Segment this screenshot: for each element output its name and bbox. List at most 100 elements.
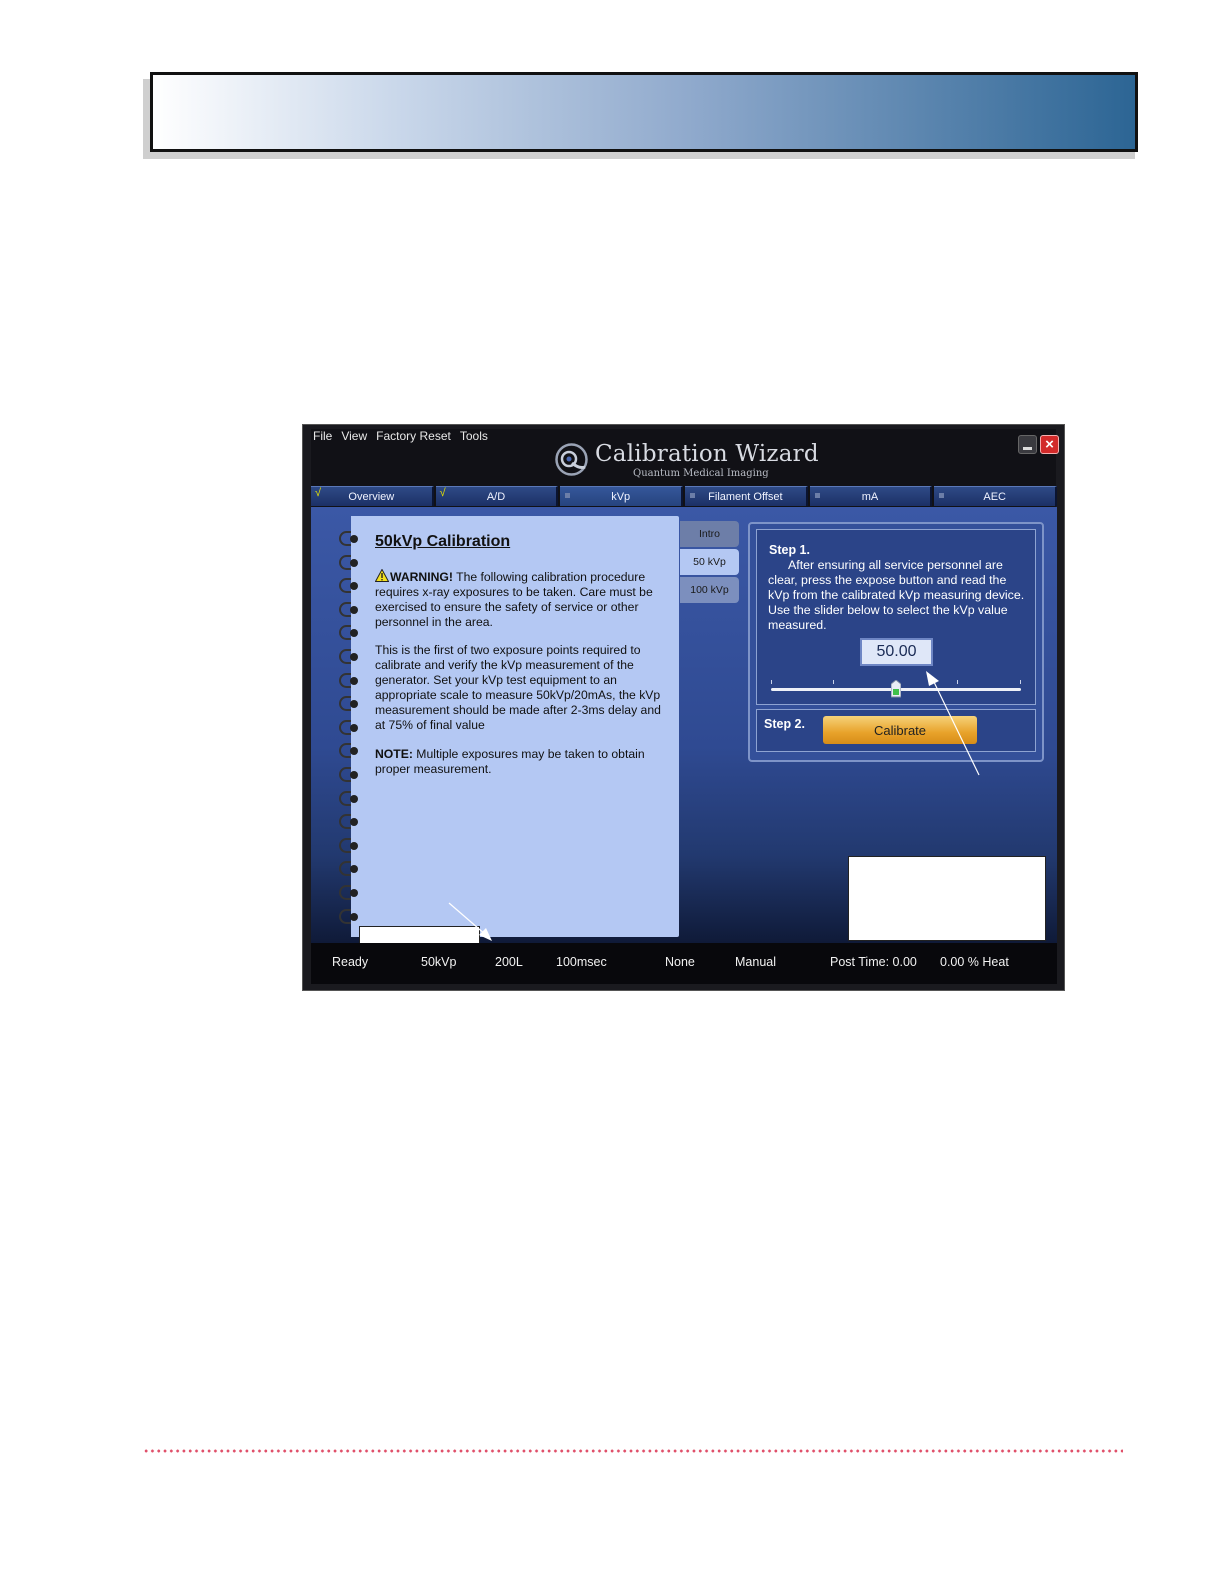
- tab-filament-offset[interactable]: Filament Offset: [685, 486, 808, 506]
- ring-dot: [350, 700, 358, 709]
- ring-dot: [350, 794, 358, 803]
- step2-title: Step 2.: [764, 717, 805, 731]
- notebook-spiral: [339, 516, 359, 937]
- ring-dot: [350, 841, 358, 850]
- notebook-ring: [339, 696, 358, 712]
- tab-ad[interactable]: √ A/D: [435, 486, 559, 506]
- ring-dot: [350, 605, 358, 614]
- warning-paragraph: WARNING! The following calibration proce…: [375, 569, 673, 630]
- note-label: NOTE:: [375, 747, 413, 761]
- slider-tick: [1020, 680, 1021, 684]
- status-bar: Ready 50kVp 200L 100msec None Manual Pos…: [311, 943, 1057, 984]
- step-panel: Step 1. After ensuring all service perso…: [748, 522, 1044, 762]
- notebook-ring: [339, 861, 358, 877]
- warning-label: WARNING!: [390, 570, 453, 584]
- step2-box: Step 2. Calibrate: [756, 709, 1036, 752]
- notebook-ring: [339, 649, 358, 664]
- step1-instructions: After ensuring all service personnel are…: [768, 558, 1030, 633]
- step1-title: Step 1.: [769, 543, 810, 557]
- menu-tools[interactable]: Tools: [460, 429, 488, 443]
- tab-label: A/D: [486, 491, 506, 503]
- minimize-icon[interactable]: [1018, 435, 1037, 454]
- calibrate-button[interactable]: Calibrate: [823, 716, 977, 744]
- ring-dot: [350, 558, 358, 567]
- side-tab-intro[interactable]: Intro: [680, 521, 739, 547]
- ring-dot: [350, 582, 358, 591]
- step1-text: After ensuring all service personnel are…: [768, 558, 1025, 632]
- tab-ma[interactable]: mA: [809, 486, 933, 506]
- instruction-notebook: 50kVp Calibration WARNING! The following…: [351, 516, 679, 937]
- notebook-ring: [339, 601, 358, 617]
- app-title: Calibration Wizard: [595, 441, 819, 467]
- ring-dot: [350, 629, 358, 638]
- ring-dot: [350, 865, 358, 874]
- ring-dot: [350, 653, 358, 661]
- notebook-ring: [339, 625, 358, 641]
- status-state: Ready: [332, 955, 369, 969]
- side-tab-50kvp[interactable]: 50 kVp: [680, 549, 739, 575]
- notebook-ring: [339, 814, 358, 830]
- notebook-ring: [339, 837, 358, 853]
- app-title-block: Calibration Wizard Quantum Medical Imagi…: [555, 441, 820, 483]
- notebook-ring: [339, 767, 358, 782]
- tab-label: Overview: [348, 491, 395, 503]
- slider-tick: [957, 680, 958, 684]
- menu-factory-reset[interactable]: Factory Reset: [376, 429, 451, 443]
- close-icon[interactable]: ×: [1040, 435, 1059, 454]
- notebook-ring: [339, 908, 358, 924]
- notebook-title: 50kVp Calibration: [375, 533, 511, 550]
- menu-bar: File View Factory Reset Tools: [313, 429, 488, 443]
- tab-label: kVp: [611, 491, 631, 503]
- status-mode1: None: [665, 955, 695, 969]
- ring-dot: [350, 771, 358, 779]
- tab-kvp[interactable]: kVp: [560, 486, 684, 506]
- app-logo-icon: [555, 443, 588, 476]
- status-post-time: Post Time: 0.00: [830, 955, 917, 969]
- tab-aec[interactable]: AEC: [934, 486, 1058, 506]
- wizard-content: 50kVp Calibration WARNING! The following…: [311, 507, 1057, 983]
- notebook-ring: [339, 885, 358, 900]
- tab-label: Filament Offset: [708, 491, 783, 503]
- note-text: Multiple exposures may be taken to obtai…: [375, 747, 645, 776]
- menu-view[interactable]: View: [341, 429, 367, 443]
- notebook-ring: [339, 790, 358, 806]
- note-paragraph: NOTE: Multiple exposures may be taken to…: [375, 747, 673, 777]
- tab-label: AEC: [983, 491, 1006, 503]
- status-focus: 200L: [495, 955, 523, 969]
- kvp-value-display: 50.00: [860, 638, 933, 666]
- header-banner: [150, 72, 1138, 152]
- calibration-wizard-window: File View Factory Reset Tools Calibratio…: [302, 424, 1065, 991]
- ring-dot: [350, 912, 358, 921]
- menu-file[interactable]: File: [313, 429, 332, 443]
- ring-dot: [350, 889, 358, 897]
- procedure-paragraph: This is the first of two exposure points…: [375, 643, 661, 732]
- notebook-ring: [339, 743, 358, 759]
- footer-dotted-line: [143, 1448, 1123, 1454]
- callout-box-right: [848, 856, 1046, 941]
- step1-box: Step 1. After ensuring all service perso…: [756, 529, 1036, 705]
- notebook-ring: [339, 672, 358, 688]
- tab-overview[interactable]: √ Overview: [311, 486, 434, 506]
- warning-icon: [375, 569, 389, 582]
- ring-dot: [350, 535, 358, 543]
- notebook-ring: [339, 719, 358, 735]
- kvp-slider[interactable]: [771, 676, 1021, 702]
- status-mode2: Manual: [735, 955, 776, 969]
- notebook-ring: [339, 531, 358, 546]
- notebook-ring: [339, 554, 358, 570]
- side-tab-100kvp[interactable]: 100 kVp: [680, 577, 739, 603]
- status-time: 100msec: [556, 955, 607, 969]
- app-subtitle: Quantum Medical Imaging: [633, 468, 769, 479]
- status-heat: 0.00 % Heat: [940, 955, 1009, 969]
- ring-dot: [350, 818, 358, 827]
- ring-dot: [350, 676, 358, 685]
- notebook-ring: [339, 578, 358, 594]
- ring-dot: [350, 747, 358, 756]
- status-kvp: 50kVp: [421, 955, 457, 969]
- slider-thumb-icon[interactable]: [891, 680, 901, 698]
- slider-tick: [833, 680, 834, 684]
- slider-tick: [771, 680, 772, 684]
- ring-dot: [350, 723, 358, 732]
- tab-label: mA: [861, 491, 879, 503]
- wizard-tabs: √ Overview √ A/D kVp Filament Offset mA …: [311, 486, 1058, 506]
